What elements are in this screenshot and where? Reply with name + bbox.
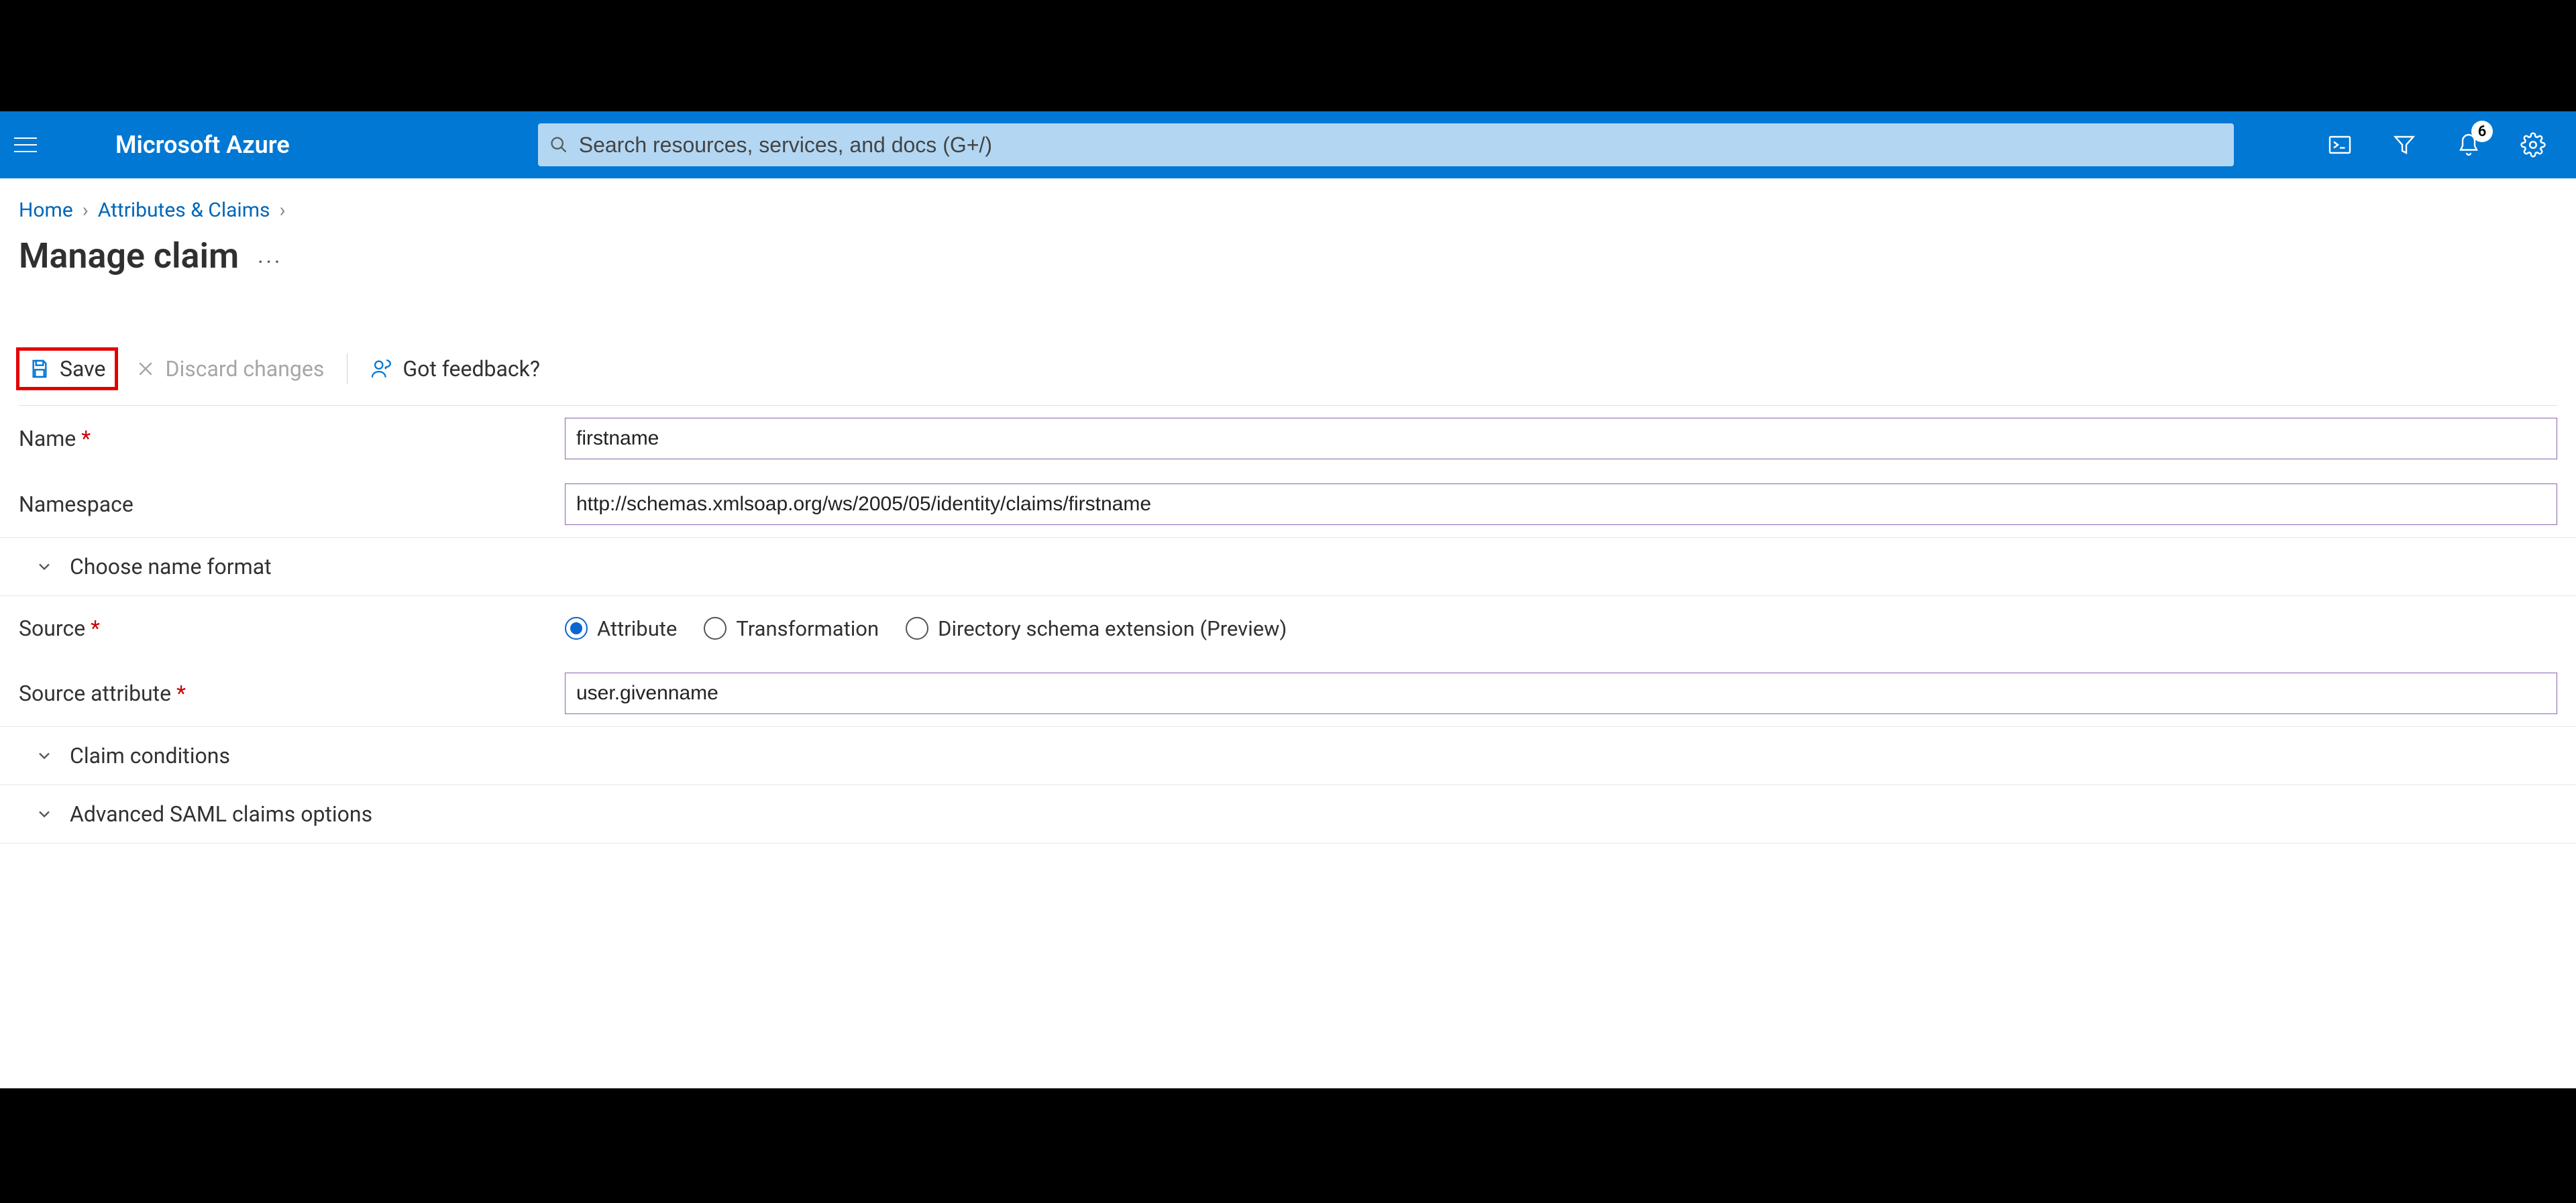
- chevron-right-icon: ›: [280, 198, 286, 222]
- more-actions-button[interactable]: ···: [258, 249, 282, 275]
- save-label: Save: [60, 356, 105, 382]
- row-name: Name*: [0, 406, 2576, 471]
- chevron-right-icon: ›: [83, 198, 89, 222]
- chevron-down-icon: [35, 746, 54, 765]
- row-namespace: Namespace: [0, 471, 2576, 538]
- notifications-button[interactable]: 6: [2455, 131, 2482, 158]
- accordion-advanced-saml[interactable]: Advanced SAML claims options: [0, 785, 2576, 844]
- required-mark: *: [91, 616, 100, 641]
- discard-button[interactable]: Discard changes: [136, 356, 324, 382]
- source-label: Source*: [19, 616, 549, 641]
- hamburger-icon: [14, 144, 37, 146]
- namespace-input[interactable]: [565, 483, 2557, 525]
- page-title: Manage claim: [19, 235, 239, 276]
- search-input[interactable]: [579, 133, 2222, 158]
- row-source: Source* Attribute Transformation Directo…: [0, 596, 2576, 661]
- row-source-attribute: Source attribute*: [0, 661, 2576, 727]
- radio-transformation-label: Transformation: [736, 616, 879, 641]
- header-icons: 6: [2326, 131, 2563, 158]
- breadcrumb: Home › Attributes & Claims ›: [0, 178, 2576, 222]
- radio-circle-icon: [565, 617, 588, 640]
- breadcrumb-attributes-claims[interactable]: Attributes & Claims: [98, 198, 270, 222]
- search-wrap: [538, 123, 2234, 166]
- feedback-icon: [370, 357, 393, 380]
- chevron-down-icon: [35, 805, 54, 823]
- save-icon: [29, 358, 50, 380]
- namespace-label: Namespace: [19, 492, 549, 517]
- feedback-label: Got feedback?: [402, 356, 540, 382]
- notification-badge: 6: [2471, 121, 2493, 142]
- radio-dir-ext-label: Directory schema extension (Preview): [938, 616, 1287, 641]
- radio-attribute[interactable]: Attribute: [565, 616, 677, 641]
- source-attribute-input[interactable]: [565, 673, 2557, 714]
- advanced-saml-label: Advanced SAML claims options: [70, 801, 372, 827]
- menu-button[interactable]: [9, 129, 42, 161]
- global-search[interactable]: [538, 123, 2234, 166]
- azure-header: Microsoft Azure: [0, 111, 2576, 178]
- feedback-button[interactable]: Got feedback?: [370, 356, 540, 382]
- toolbar: Save Discard changes Got feedback?: [0, 347, 2576, 406]
- discard-label: Discard changes: [165, 356, 324, 382]
- radio-circle-icon: [906, 617, 928, 640]
- save-highlight-box: Save: [16, 347, 118, 390]
- page-title-row: Manage claim ···: [0, 222, 2576, 276]
- name-input[interactable]: [565, 418, 2557, 459]
- claim-conditions-label: Claim conditions: [70, 743, 230, 768]
- close-icon: [136, 359, 156, 379]
- filter-icon[interactable]: [2391, 131, 2418, 158]
- radio-circle-icon: [704, 617, 727, 640]
- radio-attribute-label: Attribute: [597, 616, 677, 641]
- accordion-choose-name-format[interactable]: Choose name format: [0, 538, 2576, 596]
- radio-transformation[interactable]: Transformation: [704, 616, 879, 641]
- accordion-claim-conditions[interactable]: Claim conditions: [0, 727, 2576, 785]
- required-mark: *: [176, 681, 186, 706]
- required-mark: *: [81, 426, 91, 451]
- source-attribute-label: Source attribute*: [19, 681, 549, 706]
- cloud-shell-button[interactable]: [2326, 131, 2353, 158]
- brand-label[interactable]: Microsoft Azure: [115, 131, 290, 159]
- radio-dir-ext[interactable]: Directory schema extension (Preview): [906, 616, 1287, 641]
- save-button[interactable]: Save: [29, 356, 105, 382]
- settings-button[interactable]: [2520, 131, 2546, 158]
- search-icon: [549, 135, 568, 154]
- source-radio-group: Attribute Transformation Directory schem…: [565, 616, 1287, 641]
- name-label: Name*: [19, 426, 549, 451]
- breadcrumb-home[interactable]: Home: [19, 198, 73, 222]
- chevron-down-icon: [35, 557, 54, 576]
- choose-name-format-label: Choose name format: [70, 554, 272, 579]
